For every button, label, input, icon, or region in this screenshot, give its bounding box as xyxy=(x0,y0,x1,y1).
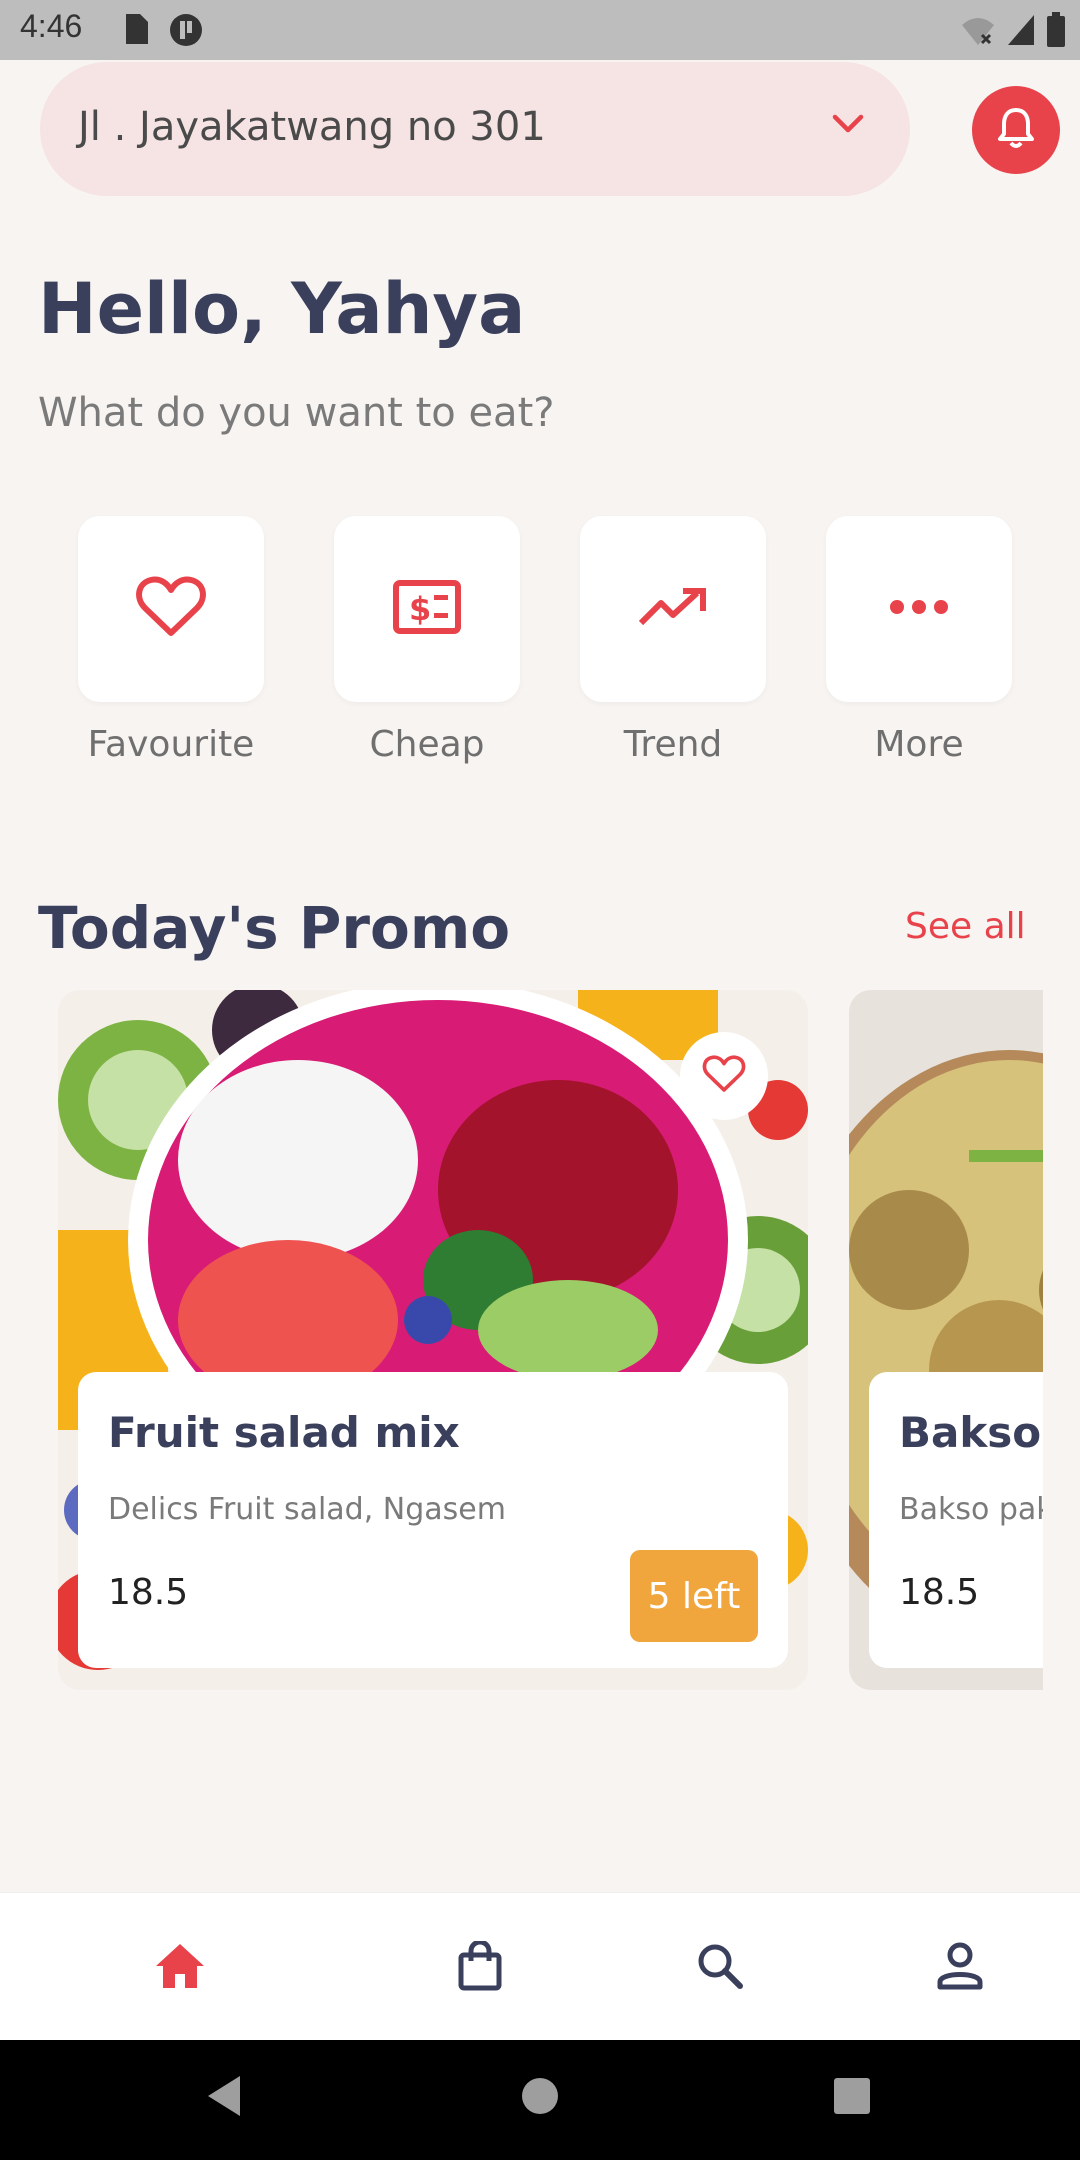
nav-home[interactable] xyxy=(140,1933,220,2003)
chevron-down-icon xyxy=(830,112,866,140)
trending-up-icon xyxy=(637,585,709,633)
see-all-link[interactable]: See all xyxy=(905,906,1026,947)
category-card[interactable] xyxy=(78,516,264,702)
category-label: More xyxy=(874,724,964,765)
nav-profile[interactable] xyxy=(920,1933,1000,2003)
greeting-title: Hello, Yahya xyxy=(38,268,526,350)
status-time: 4:46 xyxy=(20,8,83,44)
profile-icon xyxy=(937,1942,983,1994)
category-card[interactable] xyxy=(826,516,1012,702)
recents-icon[interactable] xyxy=(832,2074,872,2122)
category-favourite[interactable]: Favourite xyxy=(78,516,264,765)
more-dots-icon xyxy=(889,599,949,619)
status-bar: 4:46 xyxy=(0,0,1080,60)
category-card[interactable]: $ xyxy=(334,516,520,702)
svg-text:$: $ xyxy=(409,590,431,628)
promo-item-place: Bakso pak ... xyxy=(899,1492,1043,1527)
category-label: Cheap xyxy=(369,724,485,765)
nav-orders[interactable] xyxy=(440,1933,520,2003)
heart-icon xyxy=(702,1054,746,1098)
promo-card[interactable]: Fruit salad mix Delics Fruit salad, Ngas… xyxy=(58,990,808,1690)
category-label: Favourite xyxy=(87,724,255,765)
promo-item-place: Delics Fruit salad, Ngasem xyxy=(108,1492,506,1527)
heart-icon xyxy=(135,575,207,643)
bottom-nav xyxy=(0,1892,1080,2041)
promo-item-name: Fruit salad mix xyxy=(108,1408,460,1457)
promo-info-box: Bakso jumbo Bakso pak ... 18.5 xyxy=(869,1372,1043,1668)
wifi-off-icon xyxy=(960,13,996,51)
category-more[interactable]: More xyxy=(826,516,1012,765)
system-nav-bar xyxy=(0,2040,1080,2160)
favorite-button[interactable] xyxy=(680,1032,768,1120)
address-text: Jl . Jayakatwang no 301 xyxy=(78,104,546,150)
promo-info-box: Fruit salad mix Delics Fruit salad, Ngas… xyxy=(78,1372,788,1668)
shopping-bag-icon xyxy=(458,1939,502,1995)
category-cheap[interactable]: $ Cheap xyxy=(334,516,520,765)
price-tag-icon: $ xyxy=(392,579,462,639)
promo-card[interactable]: Bakso jumbo Bakso pak ... 18.5 xyxy=(849,990,1043,1690)
category-label: Trend xyxy=(623,724,723,765)
promo-item-price: 18.5 xyxy=(108,1572,189,1613)
promo-item-price: 18.5 xyxy=(899,1572,980,1613)
greeting-subtitle: What do you want to eat? xyxy=(38,390,555,436)
home-button-icon[interactable] xyxy=(520,2074,560,2122)
search-icon xyxy=(696,1942,744,1994)
bell-icon xyxy=(996,106,1036,154)
promo-section-title: Today's Promo xyxy=(38,894,511,962)
category-card[interactable] xyxy=(580,516,766,702)
category-trend[interactable]: Trend xyxy=(580,516,766,765)
notification-button[interactable] xyxy=(972,86,1060,174)
cell-signal-icon xyxy=(1006,13,1036,51)
battery-icon xyxy=(1046,12,1066,52)
sd-card-icon xyxy=(120,12,150,52)
address-selector[interactable]: Jl . Jayakatwang no 301 xyxy=(40,62,910,196)
app-notification-icon xyxy=(168,12,204,52)
promo-item-name: Bakso jumbo xyxy=(899,1408,1043,1457)
stock-badge: 5 left xyxy=(630,1550,758,1642)
nav-search[interactable] xyxy=(680,1933,760,2003)
back-icon[interactable] xyxy=(204,2074,244,2122)
home-icon xyxy=(154,1942,206,1994)
promo-carousel[interactable]: Fruit salad mix Delics Fruit salad, Ngas… xyxy=(0,990,1043,1690)
